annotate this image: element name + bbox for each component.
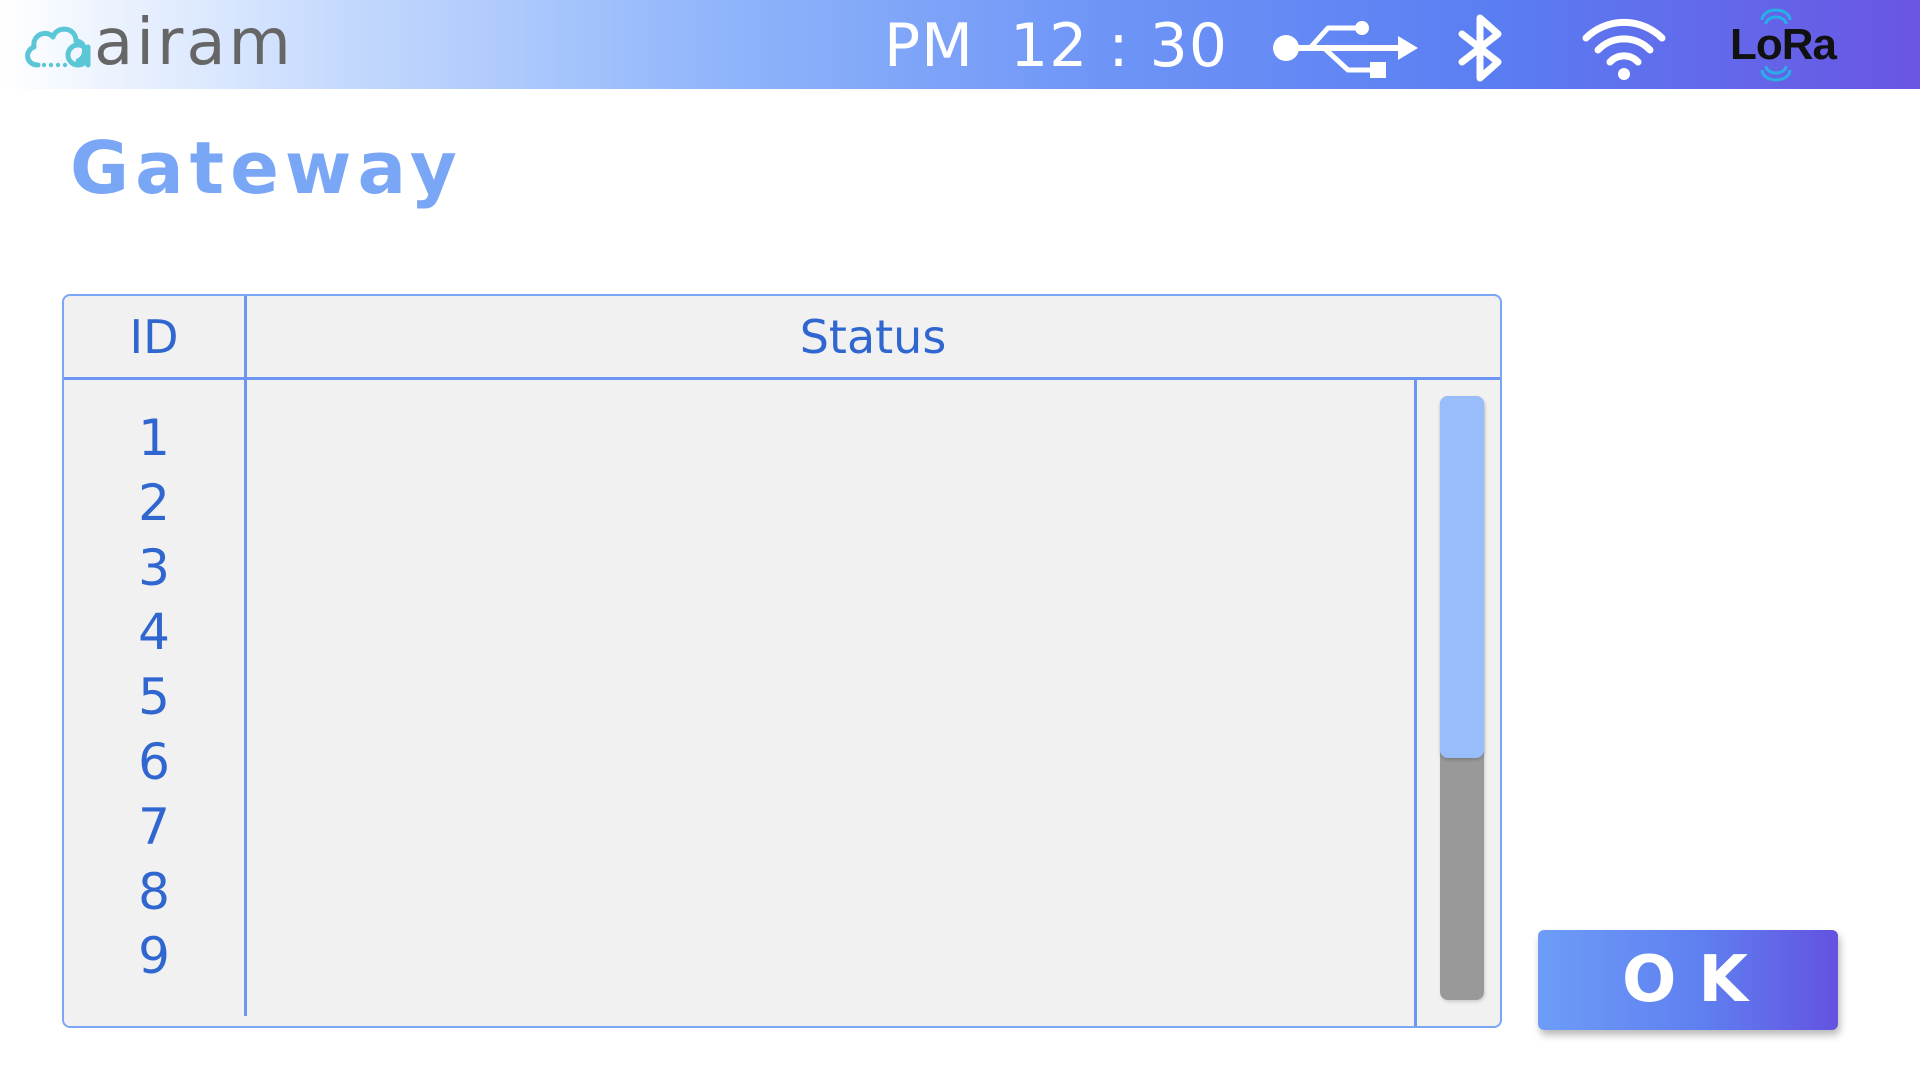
column-header-id: ID (129, 309, 179, 364)
gateway-screen: airam PM 12 : 30 LoRa Gateway ID Status … (0, 0, 1920, 1080)
table-row[interactable]: 3 (64, 536, 244, 601)
table-row[interactable]: 8 (64, 860, 244, 925)
row-id: 1 (138, 409, 170, 467)
page-title: Gateway (70, 126, 463, 210)
status-bar: airam PM 12 : 30 LoRa (0, 0, 1920, 89)
gateway-table: ID Status 1 2 3 4 5 6 7 8 9 (62, 294, 1502, 1028)
row-id: 7 (138, 797, 170, 856)
table-row[interactable]: 7 (64, 795, 244, 860)
row-id: 2 (138, 473, 170, 532)
table-row[interactable]: 4 (64, 600, 244, 665)
table-row[interactable]: 9 (64, 924, 244, 989)
table-row[interactable]: 6 (64, 730, 244, 795)
usb-icon (1273, 21, 1418, 78)
airam-logo: airam (20, 10, 294, 80)
row-id: 4 (138, 603, 170, 662)
row-id: 9 (138, 927, 170, 986)
row-id: 3 (138, 538, 170, 597)
clock-ampm: PM (884, 11, 974, 81)
logo-text: airam (94, 6, 294, 80)
clock-time: 12 : 30 (1009, 11, 1229, 81)
table-rows: 1 2 3 4 5 6 7 8 9 (64, 406, 244, 989)
clock: PM 12 : 30 (884, 8, 1228, 84)
lora-label: LoRa (1730, 20, 1837, 69)
row-id: 5 (138, 668, 170, 727)
scrollbar-track[interactable] (1440, 396, 1484, 1000)
table-row[interactable]: 1 (64, 406, 244, 471)
row-id: 6 (138, 732, 170, 791)
bluetooth-icon (1458, 14, 1502, 82)
column-header-status: Status (799, 309, 947, 364)
scrollbar-thumb[interactable] (1440, 396, 1484, 758)
cloud-icon (25, 26, 91, 68)
row-id: 8 (138, 862, 170, 921)
ok-button[interactable]: OK (1538, 930, 1838, 1030)
table-row[interactable]: 5 (64, 665, 244, 730)
table-header: ID Status (64, 296, 1500, 380)
table-row[interactable]: 2 (64, 471, 244, 536)
column-divider (244, 296, 247, 1016)
lora-icon: LoRa (1728, 8, 1838, 82)
wifi-icon (1582, 18, 1666, 80)
scroll-divider (1414, 380, 1417, 1026)
